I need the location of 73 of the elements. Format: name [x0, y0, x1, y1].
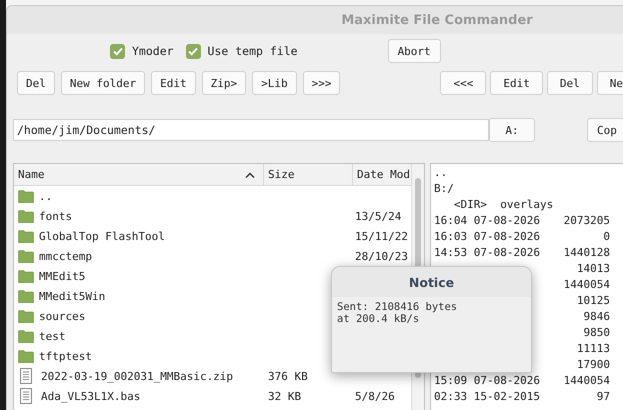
file-size: 97: [596, 390, 610, 402]
checkbox-label: Use temp file: [208, 44, 298, 58]
file-name[interactable]: fonts: [39, 210, 72, 222]
document-icon: [20, 388, 32, 404]
toolbar-button[interactable]: Del: [546, 71, 593, 95]
file-name[interactable]: GlobalTop FlashTool: [39, 230, 165, 242]
toolbar-button[interactable]: New folder: [60, 71, 146, 95]
copy-button[interactable]: Cop: [587, 118, 623, 142]
window-title: Maximite File Commander: [341, 12, 533, 28]
file-size: 32 KB: [268, 390, 302, 402]
file-name[interactable]: test: [39, 330, 66, 342]
checkbox[interactable]: [110, 44, 125, 58]
file-size: 9850: [582, 326, 610, 338]
file-size: 376 KB: [268, 370, 308, 382]
file-name[interactable]: MMEdit5: [39, 270, 86, 282]
drive-button[interactable]: A:: [489, 118, 535, 142]
sort-caret-icon: [245, 172, 255, 178]
document-icon: [20, 368, 32, 384]
folder-icon: [18, 329, 34, 343]
file-timestamp: 15:09 07-08-2026: [434, 374, 540, 386]
file-size: 0: [602, 230, 610, 242]
file-date: 13/5/24: [355, 210, 402, 222]
column-header[interactable]: Size: [264, 164, 353, 185]
toolbar-button[interactable]: >Lib: [252, 71, 297, 95]
toolbar-button[interactable]: Del: [17, 71, 55, 95]
file-name[interactable]: sources: [39, 310, 86, 322]
dialog-title: Notice: [408, 274, 454, 290]
file-size: 9846: [582, 310, 610, 322]
path-field[interactable]: /home/jim/Documents/: [13, 119, 489, 141]
toolbar-button[interactable]: Ne: [596, 71, 623, 95]
file-date: 5/8/26: [355, 390, 395, 402]
file-size: 1440128: [562, 246, 610, 258]
folder-icon: [18, 249, 34, 263]
folder-icon: [18, 349, 34, 363]
file-size: 11113: [576, 342, 610, 354]
file-size: 1440054: [562, 278, 610, 290]
dialog-message: Sent: 2108416 bytes: [337, 301, 458, 313]
file-timestamp: 02:33 15-02-2015: [434, 390, 540, 402]
toolbar-button[interactable]: <<<: [440, 71, 486, 95]
file-name[interactable]: tftptest: [39, 350, 92, 362]
file-timestamp: 16:04 07-08-2026: [434, 214, 540, 226]
list-line[interactable]: B:/: [434, 182, 454, 194]
checkbox-label: Ymoder: [132, 44, 174, 58]
toolbar-button[interactable]: Edit: [490, 71, 543, 95]
file-name[interactable]: mmcctemp: [39, 250, 92, 262]
folder-icon: [18, 189, 34, 203]
file-size: 17900: [576, 358, 610, 370]
folder-icon: [18, 229, 34, 243]
column-header[interactable]: Name: [14, 164, 264, 185]
folder-icon: [18, 309, 34, 323]
dialog-message: at 200.4 kB/s: [337, 313, 420, 325]
toolbar-button[interactable]: Zip>: [202, 71, 246, 95]
file-name[interactable]: MMedit5Win: [39, 290, 106, 302]
file-size: 10125: [576, 294, 610, 306]
file-name[interactable]: 2022-03-19_002031_MMBasic.zip: [41, 370, 234, 382]
file-date: 28/10/23: [355, 250, 408, 262]
toolbar-button[interactable]: >>>: [302, 71, 340, 95]
file-size: 14013: [576, 262, 610, 274]
folder-icon: [18, 269, 34, 283]
toolbar-button[interactable]: Edit: [151, 71, 196, 95]
list-line[interactable]: ..: [434, 166, 448, 178]
checkbox[interactable]: [186, 44, 201, 58]
file-name[interactable]: Ada_VL53L1X.bas: [41, 390, 140, 402]
folder-icon: [18, 289, 34, 303]
file-name[interactable]: ..: [39, 190, 52, 202]
file-timestamp: 14:53 07-08-2026: [434, 246, 540, 258]
list-line[interactable]: <DIR> overlays: [434, 198, 554, 210]
file-timestamp: 16:03 07-08-2026: [434, 230, 540, 242]
file-size: 2073205: [562, 214, 610, 226]
file-size: 1440054: [562, 374, 610, 386]
folder-icon: [18, 209, 34, 223]
file-date: 15/11/22: [355, 230, 408, 242]
abort-button[interactable]: Abort: [388, 39, 441, 63]
